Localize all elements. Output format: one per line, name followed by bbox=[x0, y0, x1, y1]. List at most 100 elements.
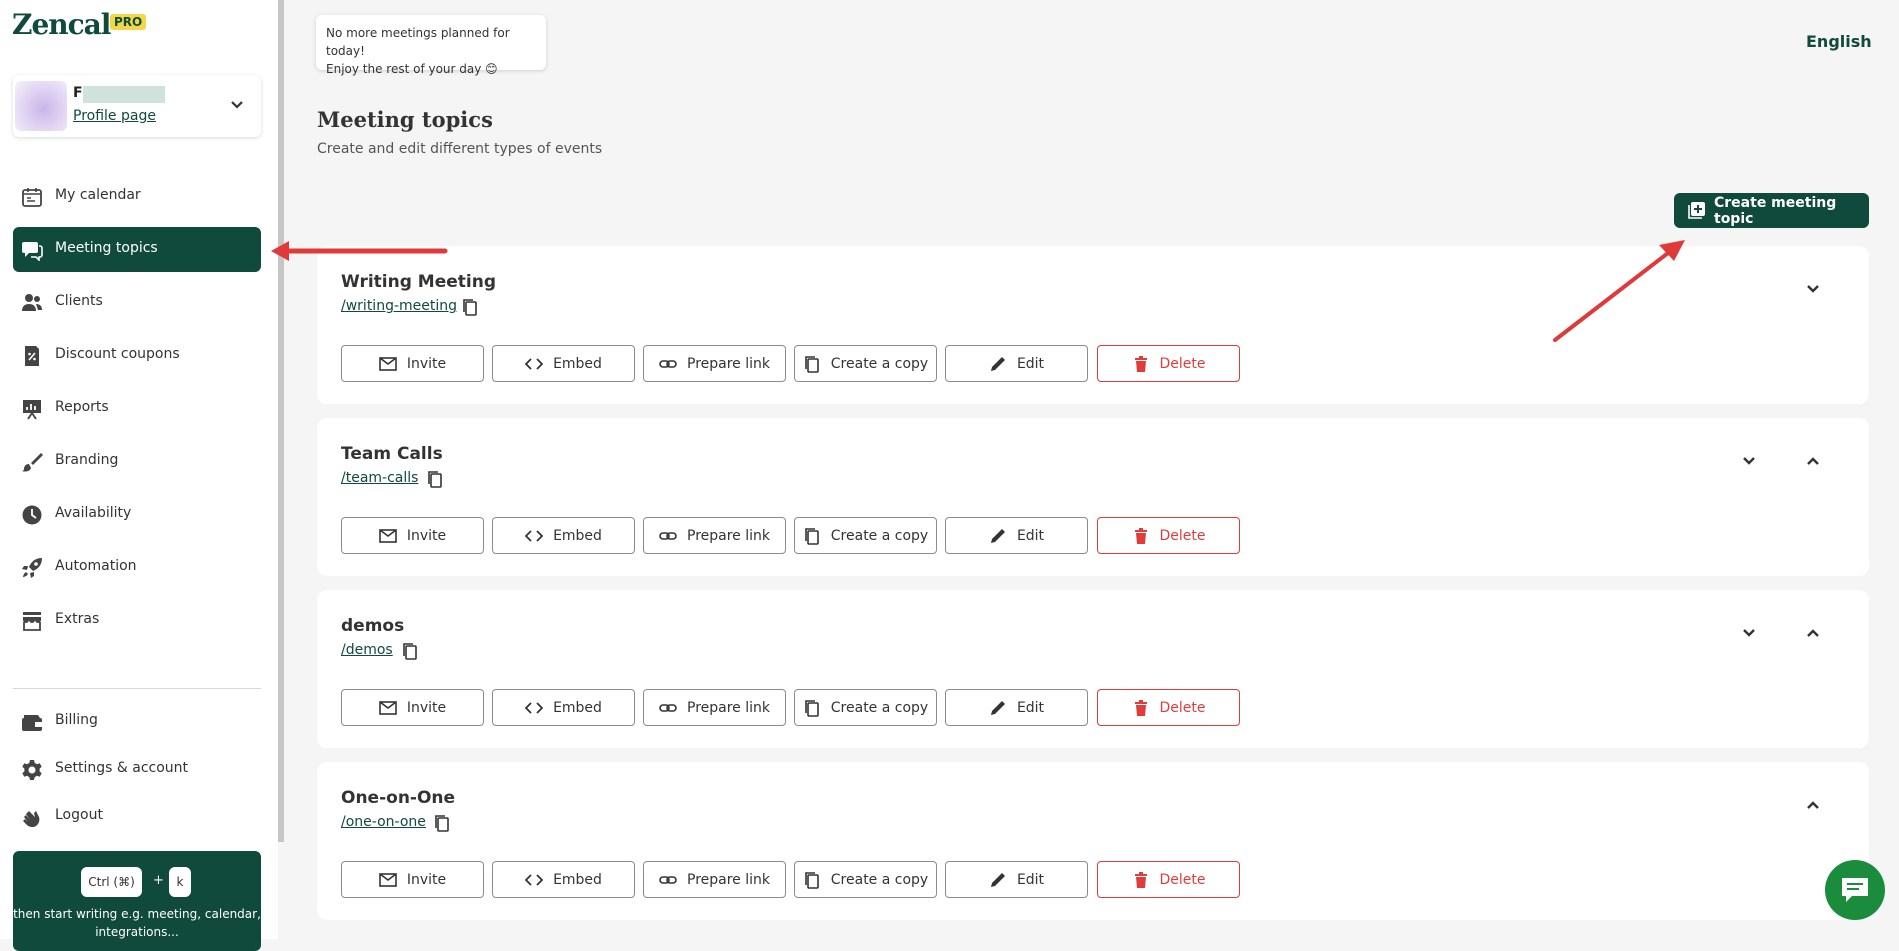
sidebar-item-label: Discount coupons bbox=[55, 346, 180, 362]
sidebar-item-label: Logout bbox=[55, 807, 103, 823]
chevron-down-icon[interactable] bbox=[227, 95, 247, 115]
embed-button[interactable]: Embed bbox=[492, 345, 635, 382]
topic-title: Writing Meeting bbox=[341, 272, 497, 292]
sidebar-item-label: Settings & account bbox=[55, 760, 189, 776]
sidebar-item-extras[interactable]: Extras bbox=[13, 598, 261, 643]
avatar bbox=[15, 81, 67, 131]
chevron-down-icon[interactable] bbox=[1738, 622, 1760, 644]
create-meeting-topic-label: Create meeting topic bbox=[1714, 194, 1837, 227]
create-copy-label: Create a copy bbox=[830, 527, 929, 544]
sidebar-item-clients[interactable]: Clients bbox=[13, 280, 261, 325]
copy-icon bbox=[804, 355, 819, 373]
edit-button[interactable]: Edit bbox=[945, 689, 1088, 726]
profile-card[interactable]: F Profile page bbox=[13, 75, 261, 137]
delete-button[interactable]: Delete bbox=[1097, 345, 1240, 382]
prepare-link-button[interactable]: Prepare link bbox=[643, 689, 786, 726]
delete-label: Delete bbox=[1159, 527, 1206, 544]
sidebar-item-availability[interactable]: Availability bbox=[13, 492, 261, 537]
embed-label: Embed bbox=[553, 527, 602, 544]
toast-line-1: No more meetings planned for today! bbox=[326, 26, 510, 58]
topic-slug-link[interactable]: /team-calls bbox=[341, 470, 418, 486]
chat-bubbles-icon bbox=[22, 242, 43, 261]
sidebar-item-branding[interactable]: Branding bbox=[13, 439, 261, 484]
invite-button[interactable]: Invite bbox=[341, 517, 484, 554]
sidebar-item-automation[interactable]: Automation bbox=[13, 545, 261, 590]
create-copy-button[interactable]: Create a copy bbox=[794, 861, 937, 898]
chevron-up-icon[interactable] bbox=[1802, 622, 1824, 644]
sidebar-item-reports[interactable]: Reports bbox=[13, 386, 261, 431]
brush-icon bbox=[22, 453, 43, 472]
sidebar-item-discount-coupons[interactable]: Discount coupons bbox=[13, 333, 261, 378]
create-copy-button[interactable]: Create a copy bbox=[794, 345, 937, 382]
embed-button[interactable]: Embed bbox=[492, 689, 635, 726]
link-icon bbox=[659, 531, 677, 540]
chevron-up-icon[interactable] bbox=[1802, 794, 1824, 816]
delete-label: Delete bbox=[1159, 871, 1206, 888]
copy-icon[interactable] bbox=[461, 298, 479, 316]
invite-button[interactable]: Invite bbox=[341, 689, 484, 726]
mail-icon bbox=[379, 700, 397, 715]
invite-label: Invite bbox=[406, 699, 447, 716]
pencil-icon bbox=[990, 528, 1005, 543]
chevron-down-icon[interactable] bbox=[1802, 278, 1824, 300]
k-key: k bbox=[169, 867, 191, 897]
profile-page-link[interactable]: Profile page bbox=[73, 108, 156, 124]
delete-button[interactable]: Delete bbox=[1097, 689, 1240, 726]
presentation-icon bbox=[23, 400, 41, 420]
sidebar-scrollbar[interactable] bbox=[278, 0, 284, 842]
sidebar-item-my-calendar[interactable]: My calendar bbox=[13, 174, 261, 219]
prepare-link-label: Prepare link bbox=[687, 527, 770, 544]
topic-card-team-calls: Team Calls /team-calls Invite Embed Prep… bbox=[317, 418, 1869, 576]
clock-icon bbox=[22, 505, 42, 525]
create-copy-label: Create a copy bbox=[830, 699, 929, 716]
create-copy-button[interactable]: Create a copy bbox=[794, 689, 937, 726]
copy-icon[interactable] bbox=[401, 642, 419, 660]
sidebar-item-label: Clients bbox=[55, 293, 103, 309]
language-switcher[interactable]: English bbox=[1806, 32, 1872, 51]
wallet-icon bbox=[22, 715, 42, 731]
invite-button[interactable]: Invite bbox=[341, 861, 484, 898]
sidebar-item-logout[interactable]: Logout bbox=[13, 794, 261, 839]
sidebar-item-meeting-topics[interactable]: Meeting topics bbox=[13, 227, 261, 272]
trash-icon bbox=[1134, 355, 1147, 372]
shortcut-hint-box: Ctrl (⌘) + k then start writing e.g. mee… bbox=[13, 851, 261, 951]
topic-slug-link[interactable]: /one-on-one bbox=[341, 814, 426, 830]
embed-button[interactable]: Embed bbox=[492, 861, 635, 898]
prepare-link-button[interactable]: Prepare link bbox=[643, 345, 786, 382]
chevron-up-icon[interactable] bbox=[1802, 450, 1824, 472]
link-icon bbox=[659, 359, 677, 368]
create-meeting-topic-button[interactable]: Create meeting topic bbox=[1674, 193, 1869, 228]
trash-icon bbox=[1134, 699, 1147, 716]
today-notification: No more meetings planned for today! Enjo… bbox=[316, 15, 546, 76]
sidebar-item-settings[interactable]: Settings & account bbox=[13, 747, 261, 792]
profile-name-redacted bbox=[83, 86, 165, 103]
copy-icon[interactable] bbox=[433, 814, 451, 832]
edit-button[interactable]: Edit bbox=[945, 861, 1088, 898]
prepare-link-label: Prepare link bbox=[687, 699, 770, 716]
sidebar-item-billing[interactable]: Billing bbox=[13, 699, 261, 744]
sidebar: Zencal PRO F Profile page My calendar Me… bbox=[0, 0, 278, 951]
delete-button[interactable]: Delete bbox=[1097, 517, 1240, 554]
profile-name: F bbox=[73, 85, 83, 101]
prepare-link-button[interactable]: Prepare link bbox=[643, 861, 786, 898]
create-copy-button[interactable]: Create a copy bbox=[794, 517, 937, 554]
prepare-link-label: Prepare link bbox=[687, 871, 770, 888]
store-icon bbox=[23, 612, 41, 631]
prepare-link-button[interactable]: Prepare link bbox=[643, 517, 786, 554]
delete-button[interactable]: Delete bbox=[1097, 861, 1240, 898]
chevron-down-icon[interactable] bbox=[1738, 450, 1760, 472]
code-icon bbox=[525, 529, 544, 542]
edit-button[interactable]: Edit bbox=[945, 345, 1088, 382]
topic-slug-link[interactable]: /demos bbox=[341, 642, 393, 658]
edit-button[interactable]: Edit bbox=[945, 517, 1088, 554]
sidebar-item-label: Automation bbox=[55, 558, 137, 574]
topic-card-demos: demos /demos Invite Embed Prepare link C… bbox=[317, 590, 1869, 748]
invite-button[interactable]: Invite bbox=[341, 345, 484, 382]
topic-slug-link[interactable]: /writing-meeting bbox=[341, 298, 457, 314]
embed-button[interactable]: Embed bbox=[492, 517, 635, 554]
chat-widget-button[interactable] bbox=[1825, 860, 1885, 920]
embed-label: Embed bbox=[553, 871, 602, 888]
edit-label: Edit bbox=[1016, 355, 1045, 372]
gear-icon bbox=[22, 760, 42, 780]
copy-icon[interactable] bbox=[426, 470, 444, 488]
